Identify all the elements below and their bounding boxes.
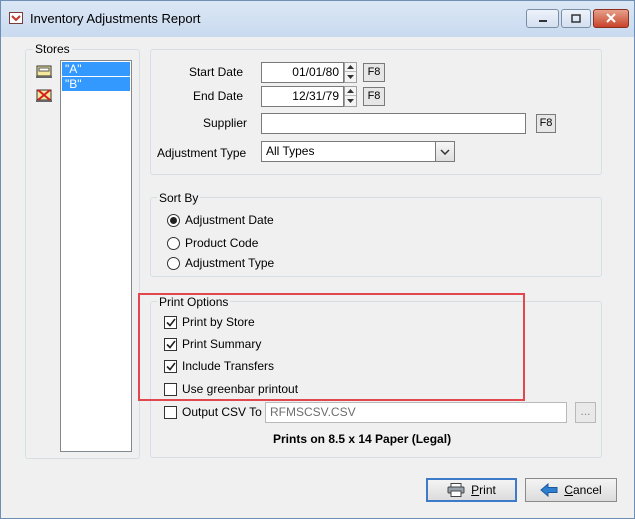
- paper-size-note: Prints on 8.5 x 14 Paper (Legal): [273, 432, 452, 446]
- radio-icon: [167, 236, 180, 250]
- cancel-button-mnemonic: C: [564, 483, 573, 497]
- title-bar[interactable]: Inventory Adjustments Report: [1, 1, 634, 37]
- maximize-button[interactable]: [561, 9, 591, 28]
- maximize-icon: [571, 12, 581, 26]
- sort-by-legend: Sort By: [157, 191, 201, 205]
- start-date-lookup-button[interactable]: F8: [363, 63, 385, 82]
- sort-adjustment-date-radio[interactable]: Adjustment Date: [167, 212, 274, 228]
- end-date-input[interactable]: 12/31/79: [261, 86, 344, 107]
- end-date-label: End Date: [192, 89, 243, 103]
- store-closed-icon: [35, 87, 53, 103]
- cancel-button[interactable]: Cancel: [525, 478, 617, 502]
- adjustment-type-label: Adjustment Type: [157, 146, 247, 160]
- spin-down-icon[interactable]: [345, 72, 356, 81]
- radio-selected-icon: [167, 213, 180, 227]
- spin-up-icon[interactable]: [345, 63, 356, 72]
- print-button[interactable]: Print: [426, 478, 517, 502]
- adjustment-type-select[interactable]: All Types: [261, 141, 455, 162]
- print-button-mnemonic: P: [471, 483, 480, 497]
- stores-list[interactable]: "A" "B": [60, 60, 132, 452]
- close-icon: [606, 12, 616, 26]
- output-csv-checkbox[interactable]: Output CSV To: [164, 404, 262, 420]
- window-title: Inventory Adjustments Report: [30, 11, 201, 26]
- csv-browse-button[interactable]: ...: [575, 402, 596, 423]
- start-date-input[interactable]: 01/01/80: [261, 62, 344, 83]
- report-window: Inventory Adjustments Report Stores "A" …: [0, 0, 635, 519]
- output-csv-label: Output CSV To: [182, 405, 262, 419]
- store-item-b[interactable]: "B": [62, 77, 130, 91]
- arrow-left-icon: [540, 483, 558, 497]
- close-button[interactable]: [593, 9, 629, 28]
- app-icon: [9, 12, 23, 24]
- supplier-label: Supplier: [202, 116, 247, 130]
- chevron-down-icon[interactable]: [435, 142, 454, 161]
- sort-option-label: Adjustment Type: [185, 256, 275, 270]
- spin-up-icon[interactable]: [345, 87, 356, 96]
- highlight-annotation: [138, 293, 525, 401]
- sort-option-label: Adjustment Date: [185, 213, 274, 227]
- minimize-icon: [538, 12, 548, 26]
- cancel-button-label: ancel: [572, 483, 602, 497]
- sort-adjustment-type-radio[interactable]: Adjustment Type: [167, 255, 274, 271]
- spin-down-icon[interactable]: [345, 96, 356, 105]
- end-date-spinner[interactable]: [344, 86, 357, 107]
- supplier-lookup-button[interactable]: F8: [536, 114, 556, 133]
- start-date-spinner[interactable]: [344, 62, 357, 83]
- start-date-label: Start Date: [188, 65, 243, 79]
- supplier-input[interactable]: [261, 113, 526, 134]
- sort-product-code-radio[interactable]: Product Code: [167, 235, 258, 251]
- printer-icon: [447, 483, 465, 497]
- csv-path-input[interactable]: RFMSCSV.CSV: [265, 402, 567, 423]
- print-button-label: rint: [479, 483, 496, 497]
- minimize-button[interactable]: [526, 9, 559, 28]
- checkbox-icon: [164, 405, 177, 419]
- end-date-lookup-button[interactable]: F8: [363, 87, 385, 106]
- sort-option-label: Product Code: [185, 236, 259, 250]
- store-open-icon: [35, 63, 53, 79]
- radio-icon: [167, 256, 180, 270]
- store-item-a[interactable]: "A": [62, 62, 130, 76]
- stores-legend: Stores: [33, 42, 72, 56]
- adjustment-type-value: All Types: [266, 144, 315, 158]
